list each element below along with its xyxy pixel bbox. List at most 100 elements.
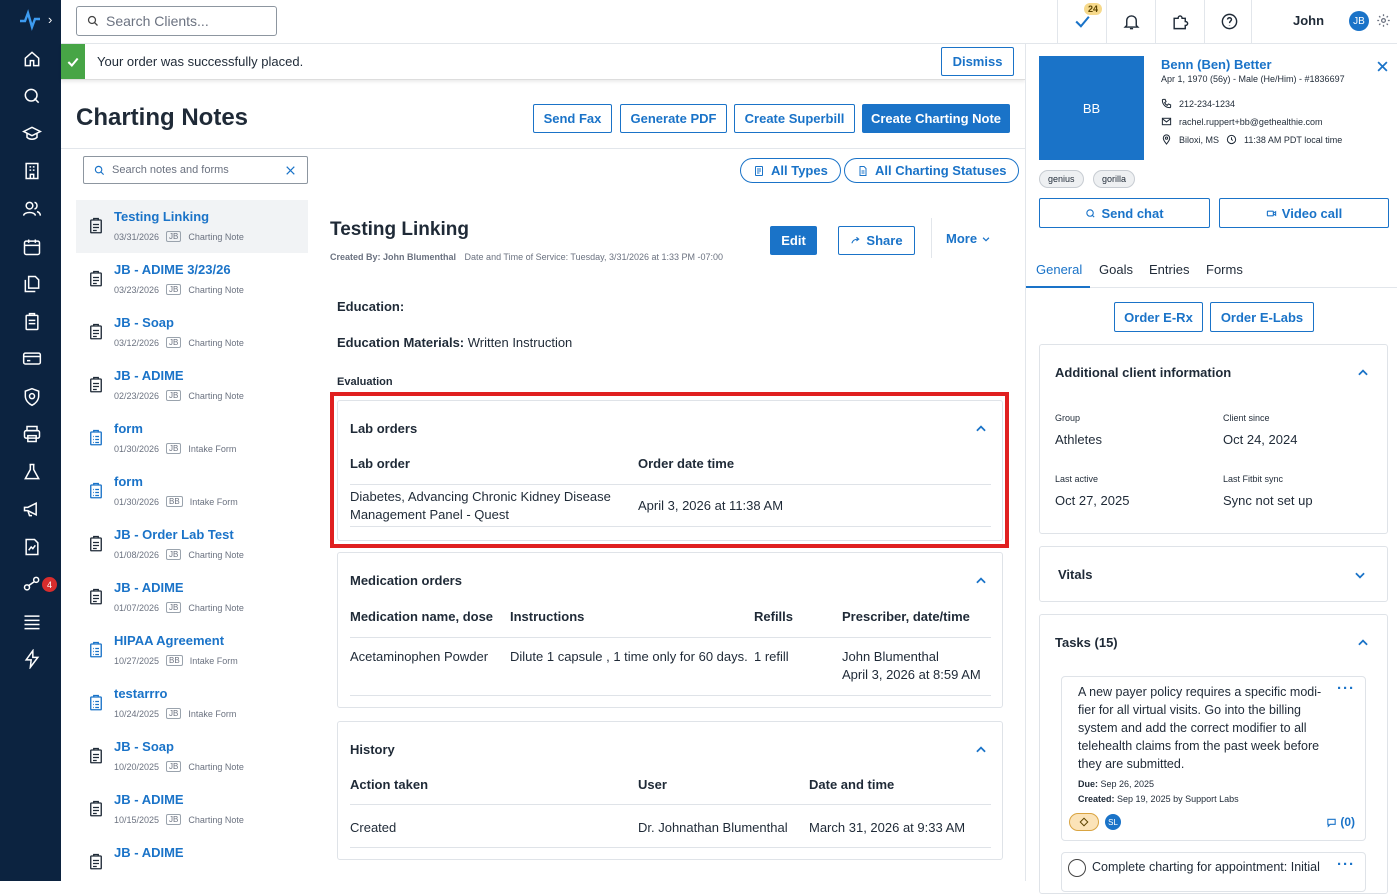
education-icon[interactable]: [20, 122, 44, 146]
note-list-item[interactable]: JB - ADIME 01/07/2026 JB Charting Note: [76, 571, 308, 624]
all-types-filter[interactable]: All Types: [740, 158, 841, 183]
task-checkbox[interactable]: [1068, 859, 1086, 877]
calendar-icon[interactable]: [20, 235, 44, 259]
client-tag[interactable]: gorilla: [1093, 170, 1136, 188]
tab-general[interactable]: General: [1036, 262, 1082, 277]
note-title: JB - Order Lab Test: [114, 527, 234, 542]
vitals-card[interactable]: Vitals: [1039, 546, 1388, 602]
note-subtitle: Created By: John Blumenthal Date and Tim…: [330, 252, 723, 262]
share-label: Share: [866, 233, 903, 248]
send-chat-button[interactable]: Send chat: [1039, 198, 1210, 228]
notes-search-placeholder: Search notes and forms: [112, 164, 229, 176]
task-more-icon[interactable]: ···: [1337, 680, 1355, 697]
edit-button[interactable]: Edit: [770, 226, 817, 255]
video-call-button[interactable]: Video call: [1219, 198, 1389, 228]
note-list-item[interactable]: JB - Soap 03/12/2026 JB Charting Note: [76, 306, 308, 359]
task-more-icon[interactable]: ···: [1337, 856, 1355, 873]
note-date: 01/08/2026: [114, 549, 160, 560]
megaphone-icon[interactable]: [20, 497, 44, 521]
divider: [350, 695, 991, 696]
create-charting-note-button[interactable]: Create Charting Note: [862, 104, 1010, 133]
alert-message: Your order was successfully placed.: [97, 54, 304, 69]
notes-search-input[interactable]: Search notes and forms: [83, 156, 308, 184]
note-date: 03/23/2026: [114, 284, 160, 295]
prescriber-name: John Blumenthal: [842, 649, 939, 664]
share-button[interactable]: Share: [838, 226, 915, 255]
shield-icon[interactable]: [20, 385, 44, 409]
task-created: Created: Sep 19, 2025 by Support Labs: [1078, 794, 1239, 804]
note-list-item[interactable]: JB - Order Lab Test 01/08/2026 JB Charting …: [76, 518, 308, 571]
home-icon[interactable]: [20, 47, 44, 71]
note-list-item[interactable]: HIPAA Agreement 10/27/2025 BB Intake Form: [76, 624, 308, 677]
printer-icon[interactable]: [20, 422, 44, 446]
billing-icon[interactable]: [20, 347, 44, 371]
tab-goals[interactable]: Goals: [1099, 262, 1133, 277]
note-list-item[interactable]: testarrro 10/24/2025 JB Intake Form: [76, 677, 308, 730]
service-time: Date and Time of Service: Tuesday, 3/31/…: [464, 252, 724, 262]
tab-forms[interactable]: Forms: [1206, 262, 1243, 277]
client-name[interactable]: Benn (Ben) Better: [1161, 57, 1272, 72]
note-list-item[interactable]: Testing Linking 03/31/2026 JB Charting Note: [76, 200, 308, 253]
note-list-item[interactable]: form 01/30/2026 BB Intake Form: [76, 465, 308, 518]
tab-entries[interactable]: Entries: [1149, 262, 1189, 277]
client-panel: BB Benn (Ben) Better Apr 1, 1970 (56y) -…: [1025, 44, 1397, 894]
gear-icon[interactable]: [1376, 13, 1391, 28]
note-list-item[interactable]: JB - ADIME 02/23/2026 JB Charting Note: [76, 359, 308, 412]
note-date: 02/23/2026: [114, 390, 160, 401]
user-menu[interactable]: John JB: [1251, 0, 1397, 43]
integrations-icon[interactable]: [20, 572, 44, 596]
note-list-item[interactable]: JB - ADIME: [76, 836, 308, 889]
charting-note-icon: [87, 375, 105, 395]
expand-chevron-icon[interactable]: [1353, 568, 1367, 582]
more-dropdown[interactable]: [931, 218, 932, 258]
collapse-chevron-icon[interactable]: [1356, 636, 1370, 650]
client-email: rachel.ruppert+bb@gethealthie.com: [1161, 116, 1322, 127]
tasks-button[interactable]: 24: [1057, 0, 1106, 43]
all-statuses-filter[interactable]: All Charting Statuses: [844, 158, 1020, 183]
client-search-input[interactable]: Search Clients...: [76, 6, 277, 36]
collapse-chevron-icon[interactable]: [1356, 366, 1370, 380]
client-tag[interactable]: genius: [1039, 170, 1084, 188]
documents-icon[interactable]: [20, 272, 44, 296]
priority-tag-icon[interactable]: [1069, 813, 1099, 831]
clients-icon[interactable]: [20, 197, 44, 221]
collapse-chevron-icon[interactable]: [974, 743, 988, 757]
task-card[interactable]: A new payer policy requires a specific m…: [1061, 676, 1366, 841]
conversations-icon[interactable]: [20, 84, 44, 108]
charting-note-icon: [87, 587, 105, 607]
integrations-button[interactable]: [1155, 0, 1204, 43]
more-button[interactable]: More: [946, 231, 991, 246]
expand-chevron-icon[interactable]: ›: [48, 12, 52, 27]
task-comments-button[interactable]: (0): [1326, 815, 1355, 829]
lightning-icon[interactable]: [20, 647, 44, 671]
help-button[interactable]: [1204, 0, 1253, 43]
group-value: Athletes: [1055, 432, 1102, 447]
action-taken-header: Action taken: [350, 777, 429, 792]
note-list-item[interactable]: JB - ADIME 10/15/2025 JB Charting Note: [76, 783, 308, 836]
organization-icon[interactable]: [20, 159, 44, 183]
note-list-item[interactable]: form 01/30/2026 JB Intake Form: [76, 412, 308, 465]
send-fax-button[interactable]: Send Fax: [533, 104, 612, 133]
note-list-item[interactable]: JB - ADIME 3/23/26 03/23/2026 JB Charting N…: [76, 253, 308, 306]
order-elabs-button[interactable]: Order E-Labs: [1210, 302, 1314, 332]
generate-pdf-button[interactable]: Generate PDF: [620, 104, 727, 133]
task-line: telehealth claims from the past week bef…: [1078, 739, 1320, 753]
list-icon[interactable]: [20, 610, 44, 634]
clear-icon[interactable]: [284, 164, 297, 177]
task-card[interactable]: Complete charting for appointment: Initi…: [1061, 852, 1366, 892]
user-name: John: [1293, 13, 1325, 28]
lab-flask-icon[interactable]: [20, 460, 44, 484]
clipboard-icon[interactable]: [20, 310, 44, 334]
reports-icon[interactable]: [20, 535, 44, 559]
create-superbill-button[interactable]: Create Superbill: [734, 104, 855, 133]
app-logo-icon[interactable]: [16, 8, 44, 32]
dismiss-button[interactable]: Dismiss: [941, 47, 1014, 76]
order-erx-button[interactable]: Order E-Rx: [1114, 302, 1203, 332]
note-list-item[interactable]: JB - Soap 10/20/2025 JB Charting Note: [76, 730, 308, 783]
note-title: JB - ADIME: [114, 845, 184, 860]
client-avatar: BB: [1039, 56, 1144, 160]
close-icon[interactable]: [1375, 59, 1390, 74]
collapse-chevron-icon[interactable]: [974, 574, 988, 588]
notifications-button[interactable]: [1106, 0, 1155, 43]
highlight-box: [330, 392, 1009, 548]
